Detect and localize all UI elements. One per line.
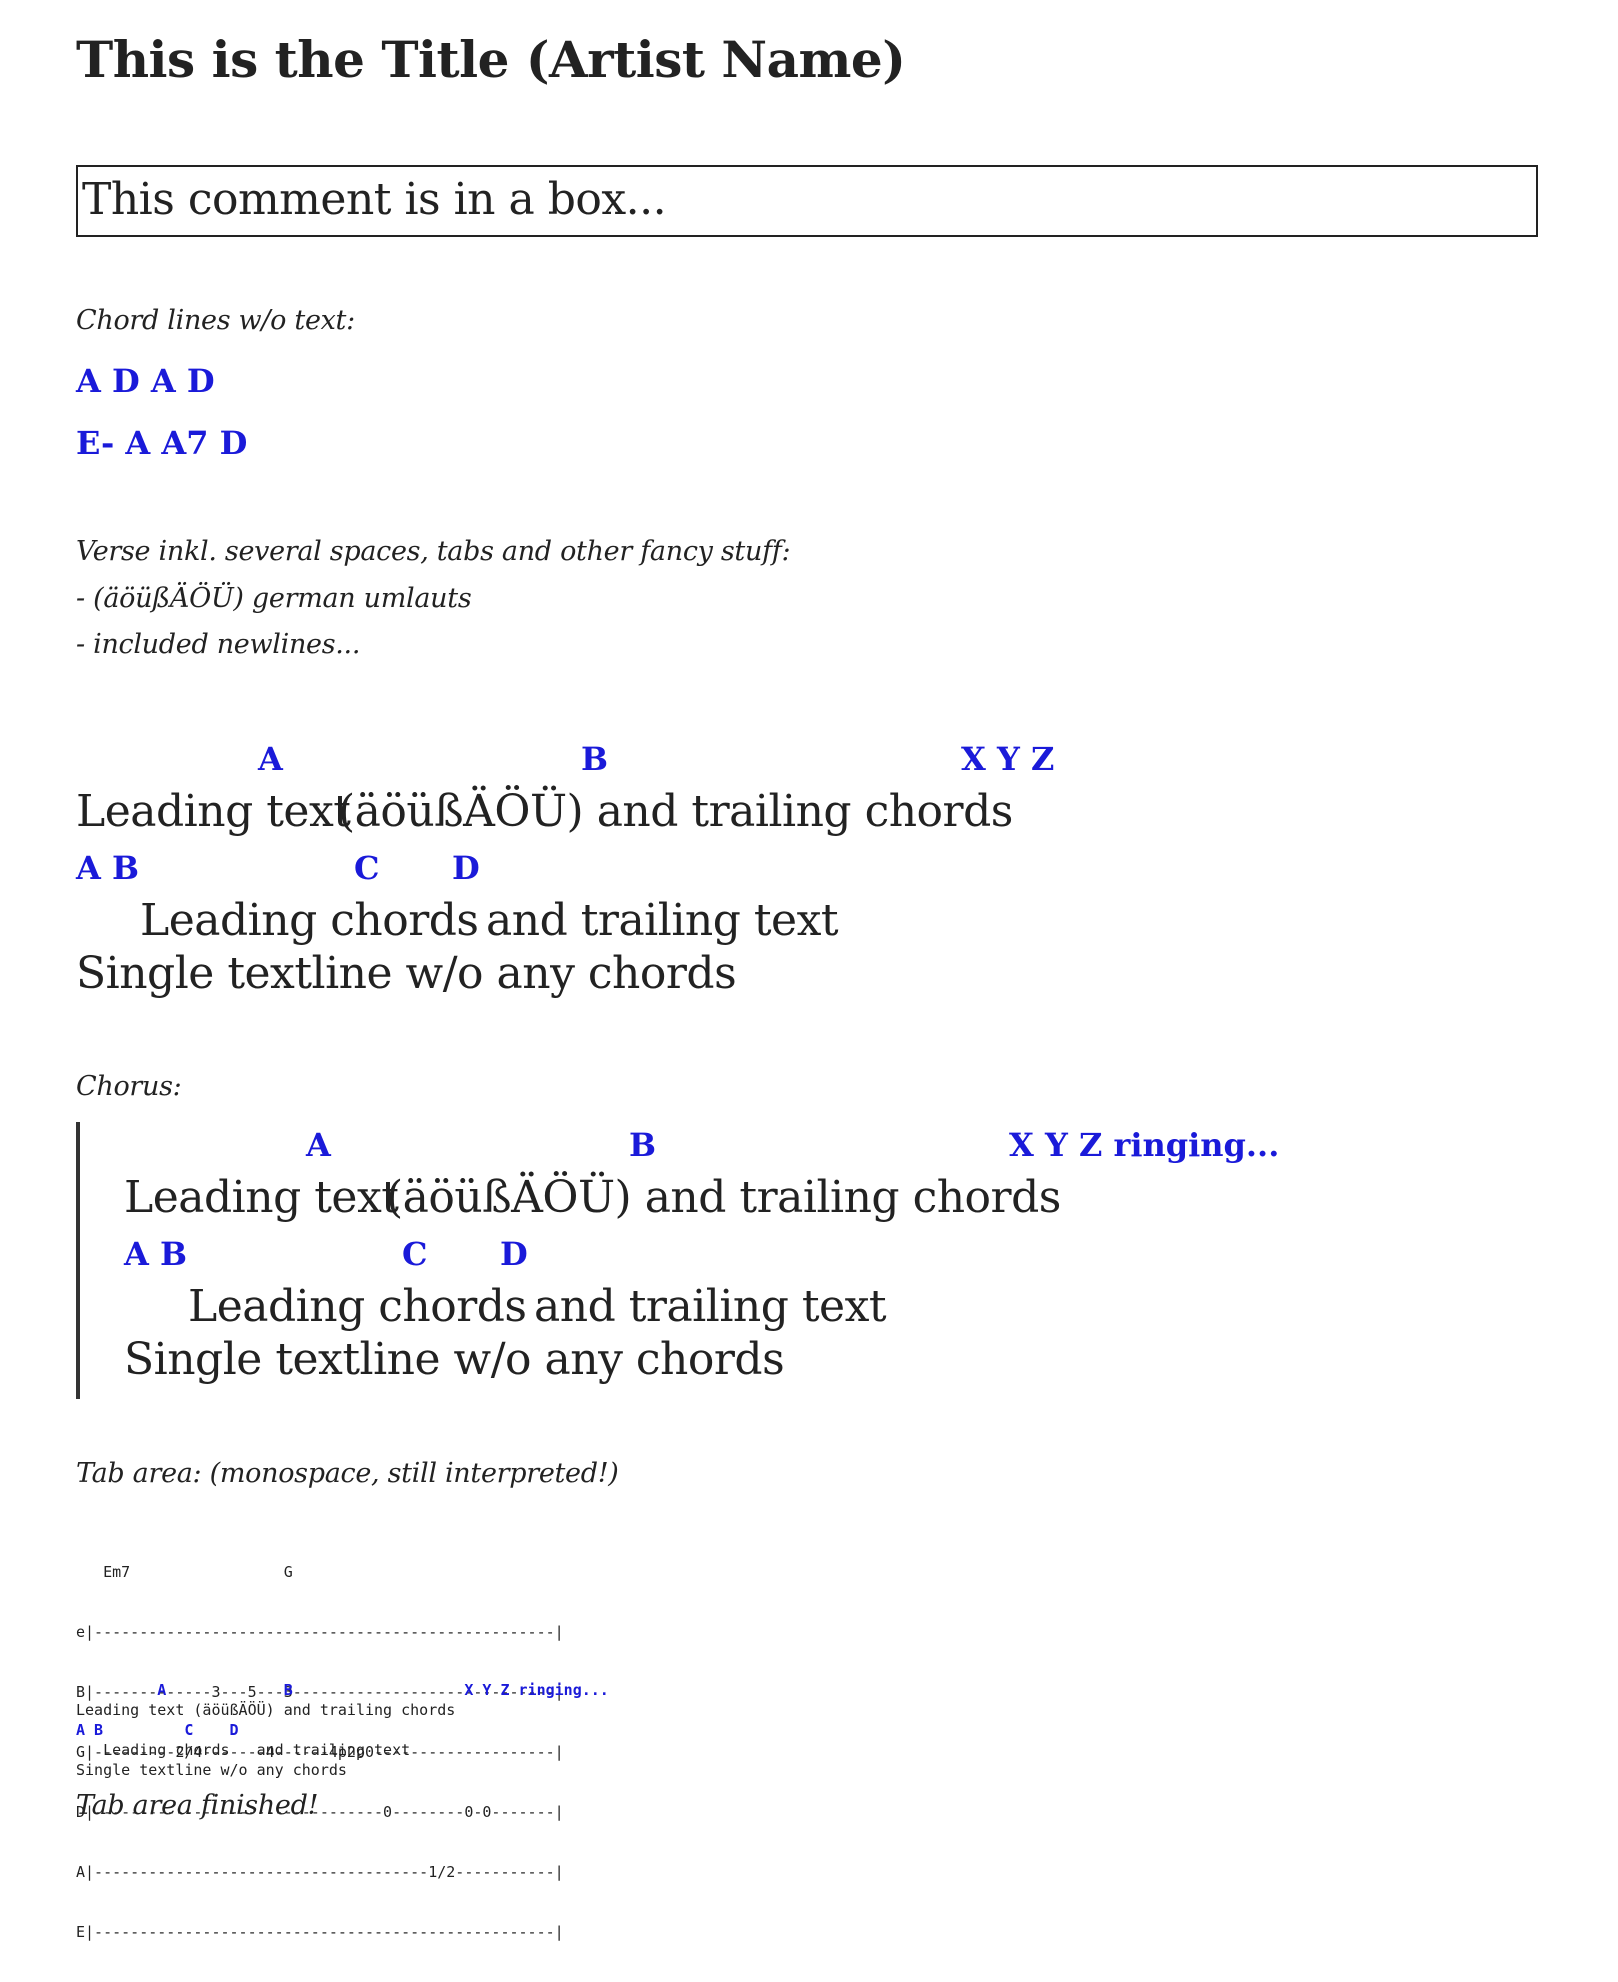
lyric-segment: A Leading text xyxy=(124,1120,412,1226)
lyric-segment: Leading chords xyxy=(140,843,479,949)
lyric-segment: X Y Z ringing... xyxy=(1009,1120,1279,1170)
lyric-segment: D xyxy=(500,1229,528,1279)
tab-song-text: Single textline w/o any chords xyxy=(76,1761,347,1779)
lyric-segment: Single textline w/o any chords xyxy=(76,946,737,1002)
tab-finished-comment: Tab area finished! xyxy=(76,1790,319,1821)
lyric-text: Leading chords xyxy=(140,895,479,946)
lyric-text: (äöüßÄÖÜ) and trailing chords xyxy=(338,786,1013,837)
lyric-text: (äöüßÄÖÜ) and trailing chords xyxy=(386,1172,1061,1223)
chord: D xyxy=(452,849,480,887)
chord-line: A D A D xyxy=(76,362,215,400)
lyric-text: Single textline w/o any chords xyxy=(76,948,737,999)
lyric-text: Leading chords xyxy=(188,1281,527,1332)
chord: C xyxy=(402,1235,428,1273)
tab-song-chords: A B X Y Z ringing... xyxy=(76,1681,609,1699)
lyric-segment: A B xyxy=(124,1229,187,1279)
chord: A xyxy=(306,1126,331,1164)
lyric-segment: A B xyxy=(76,843,139,893)
tab-chord-line: Em7 G xyxy=(76,1563,293,1581)
verse-comment: - (äöüßÄÖÜ) german umlauts xyxy=(76,583,472,614)
chord-line: E- A A7 D xyxy=(76,424,248,462)
chord: B xyxy=(629,1126,657,1164)
tab-string-line: A|-------------------------------------1… xyxy=(76,1863,564,1881)
lyric-text: and trailing text xyxy=(534,1281,887,1332)
verse-comment: Verse inkl. several spaces, tabs and oth… xyxy=(76,536,791,567)
lyric-segment: and trailing text xyxy=(534,1229,887,1335)
chord: A B xyxy=(76,849,140,887)
lyric-segment: C xyxy=(402,1229,427,1279)
lyric-segment: Leading chords xyxy=(188,1229,527,1335)
chord: B xyxy=(581,740,609,778)
chord: A xyxy=(258,740,283,778)
chorus-bar xyxy=(76,1122,80,1399)
chord: D xyxy=(500,1235,528,1273)
tab-song-chords: A B C D xyxy=(76,1721,239,1739)
chord: A B xyxy=(124,1235,188,1273)
lyric-text: Leading text xyxy=(124,1172,412,1223)
chord: X Y Z ringing... xyxy=(1009,1126,1280,1164)
lyric-segment: A Leading text xyxy=(76,734,364,840)
chord-lines-comment: Chord lines w/o text: xyxy=(76,305,355,336)
lyric-segment: and trailing text xyxy=(486,843,839,949)
lyric-segment: D xyxy=(452,843,480,893)
lyric-text: Leading text xyxy=(76,786,364,837)
lyric-text: and trailing text xyxy=(486,895,839,946)
lyric-segment: Single textline w/o any chords xyxy=(124,1332,785,1388)
tab-song-text: Leading chords and trailing text xyxy=(76,1741,411,1759)
lyric-segment: C xyxy=(354,843,379,893)
lyric-segment: X Y Z xyxy=(961,734,1054,784)
chord: X Y Z xyxy=(961,740,1055,778)
boxed-comment: This comment is in a box... xyxy=(76,165,1538,237)
lyric-text: Single textline w/o any chords xyxy=(124,1334,785,1385)
tab-string-line: E|--------------------------------------… xyxy=(76,1923,564,1941)
tab-string-line: e|--------------------------------------… xyxy=(76,1623,564,1641)
tab-comment: Tab area: (monospace, still interpreted!… xyxy=(76,1458,619,1489)
lyric-segment: B (äöüßÄÖÜ) and trailing chords xyxy=(386,1120,1061,1226)
chorus-comment: Chorus: xyxy=(76,1071,182,1102)
chord: C xyxy=(354,849,380,887)
song-title: This is the Title (Artist Name) xyxy=(76,30,906,89)
verse-comment: - included newlines... xyxy=(76,629,361,660)
tab-song-text: Leading text (äöüßÄÖÜ) and trailing chor… xyxy=(76,1701,456,1719)
lyric-segment: B (äöüßÄÖÜ) and trailing chords xyxy=(338,734,1013,840)
